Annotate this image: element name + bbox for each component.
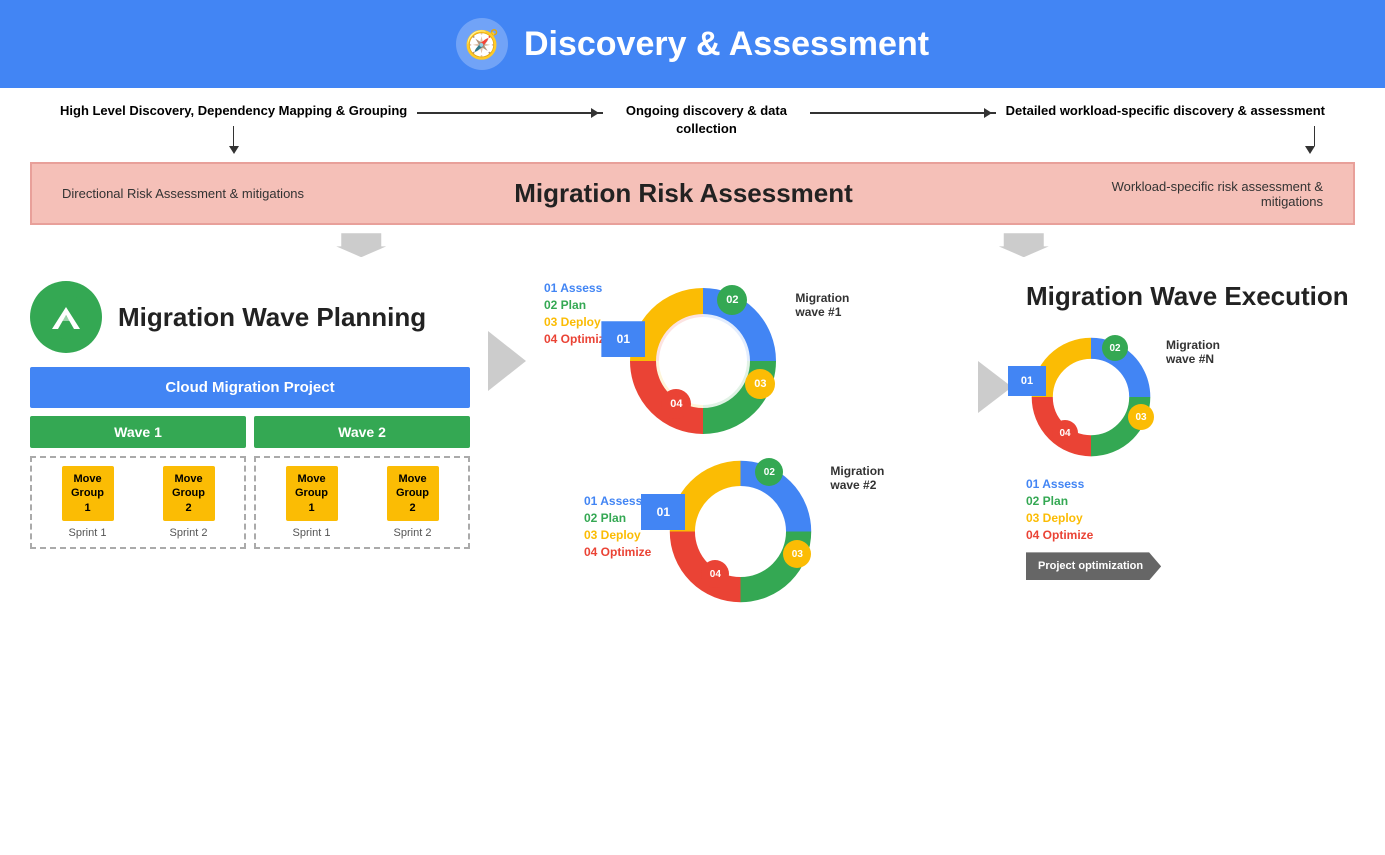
arrow-2 xyxy=(800,112,1006,114)
wave1-donut: 01 xyxy=(623,281,783,446)
wave-n-badge-01: 01 xyxy=(1008,366,1046,396)
wave1-group-section: MoveGroup1 MoveGroup2 Sprint 1 Sprint 2 xyxy=(30,456,246,549)
move-group-w2-2: MoveGroup2 xyxy=(387,466,439,521)
wave2-badge-01: 01 xyxy=(641,494,685,530)
planning-section: Migration Wave Planning Cloud Migration … xyxy=(30,281,470,549)
risk-assessment-bar: Directional Risk Assessment & mitigation… xyxy=(30,162,1355,225)
big-arrow-right xyxy=(999,233,1049,257)
discovery-row: High Level Discovery, Dependency Mapping… xyxy=(0,88,1385,162)
execution-section: Migration Wave Execution 01 02 03 04 Mig… xyxy=(1026,281,1355,580)
sprint-w2-1: Sprint 1 xyxy=(286,527,338,539)
move-groups-row: MoveGroup1 MoveGroup2 Sprint 1 Sprint 2 … xyxy=(30,456,470,549)
main-content: Migration Wave Planning Cloud Migration … xyxy=(0,261,1385,624)
wave2-box: Wave 2 xyxy=(254,416,470,448)
discovery-left: High Level Discovery, Dependency Mapping… xyxy=(60,102,407,154)
wave2-donut: 01 02 03 04 xyxy=(663,454,818,614)
legend-w1-assess: 01 Assess xyxy=(544,281,611,295)
move-group-w1-2: MoveGroup2 xyxy=(163,466,215,521)
legend-w1-deploy: 03 Deploy xyxy=(544,315,611,329)
wave-n-donut-svg xyxy=(1026,332,1156,462)
wave1-sprint-labels: Sprint 1 Sprint 2 xyxy=(40,527,236,539)
legend-w1-plan: 02 Plan xyxy=(544,298,611,312)
sprint-w1-1: Sprint 1 xyxy=(62,527,114,539)
waves-execution: 01 Assess 02 Plan 03 Deploy 04 Optimize … xyxy=(544,281,964,614)
risk-left: Directional Risk Assessment & mitigation… xyxy=(62,186,304,201)
waves-to-execution-arrow xyxy=(978,281,1012,413)
planning-icon xyxy=(30,281,102,353)
wave2-group: 01 Assess 02 Plan 03 Deploy 04 Optimize … xyxy=(584,454,964,614)
wave2-label: Migrationwave #2 xyxy=(830,454,884,492)
compass-icon: 🧭 xyxy=(456,18,508,70)
execution-legend: 01 Assess 02 Plan 03 Deploy 04 Optimize xyxy=(1026,477,1355,542)
wave1-donut-svg xyxy=(623,281,783,441)
wave1-box: Wave 1 xyxy=(30,416,246,448)
discovery-center: Ongoing discovery & data collection xyxy=(613,102,799,138)
execution-title: Migration Wave Execution xyxy=(1026,281,1355,312)
wave2-sprint-labels: Sprint 1 Sprint 2 xyxy=(264,527,460,539)
wave2-group-section: MoveGroup1 MoveGroup2 Sprint 1 Sprint 2 xyxy=(254,456,470,549)
wave-n-donut: 01 02 03 04 xyxy=(1026,332,1156,467)
sprint-w2-2: Sprint 2 xyxy=(387,527,439,539)
wave1-donut-legend: 01 Assess 02 Plan 03 Deploy 04 Optimize xyxy=(544,281,611,346)
wave1-move-groups: MoveGroup1 MoveGroup2 xyxy=(40,466,236,521)
waves-row: Wave 1 Wave 2 xyxy=(30,416,470,448)
legend-w1-optimize: 04 Optimize xyxy=(544,332,611,346)
move-group-w1-1: MoveGroup1 xyxy=(62,466,114,521)
discovery-right: Detailed workload-specific discovery & a… xyxy=(1006,102,1325,154)
risk-title: Migration Risk Assessment xyxy=(514,178,853,209)
wave2-move-groups: MoveGroup1 MoveGroup2 xyxy=(264,466,460,521)
wave-n-label: Migrationwave #N xyxy=(1166,332,1220,366)
planning-title: Migration Wave Planning xyxy=(118,302,426,333)
wave-n-group: 01 02 03 04 Migrationwave #N xyxy=(1026,332,1355,467)
planning-header: Migration Wave Planning xyxy=(30,281,470,353)
header-title: Discovery & Assessment xyxy=(524,25,929,64)
project-opt-label: Project optimization xyxy=(1026,552,1161,580)
risk-right: Workload-specific risk assessment & miti… xyxy=(1063,179,1323,209)
wave1-badge-01: 01 xyxy=(601,321,645,357)
big-arrows-row xyxy=(30,225,1355,261)
arrow-1 xyxy=(407,112,613,114)
project-opt-section: Project optimization xyxy=(1026,552,1355,580)
header: 🧭 Discovery & Assessment xyxy=(0,0,1385,88)
wave1-legend: 01 Assess 02 Plan 03 Deploy 04 Optimize xyxy=(544,281,611,346)
big-arrow-left xyxy=(336,233,386,257)
sprint-w1-2: Sprint 2 xyxy=(163,527,215,539)
wave1-group: 01 Assess 02 Plan 03 Deploy 04 Optimize … xyxy=(544,281,964,446)
wave2-donut-svg xyxy=(663,454,818,609)
project-bar: Cloud Migration Project xyxy=(30,367,470,408)
wave1-label: Migrationwave #1 xyxy=(795,281,849,319)
planning-to-waves-arrow xyxy=(488,281,526,391)
mountain-icon xyxy=(44,295,88,339)
move-group-w2-1: MoveGroup1 xyxy=(286,466,338,521)
